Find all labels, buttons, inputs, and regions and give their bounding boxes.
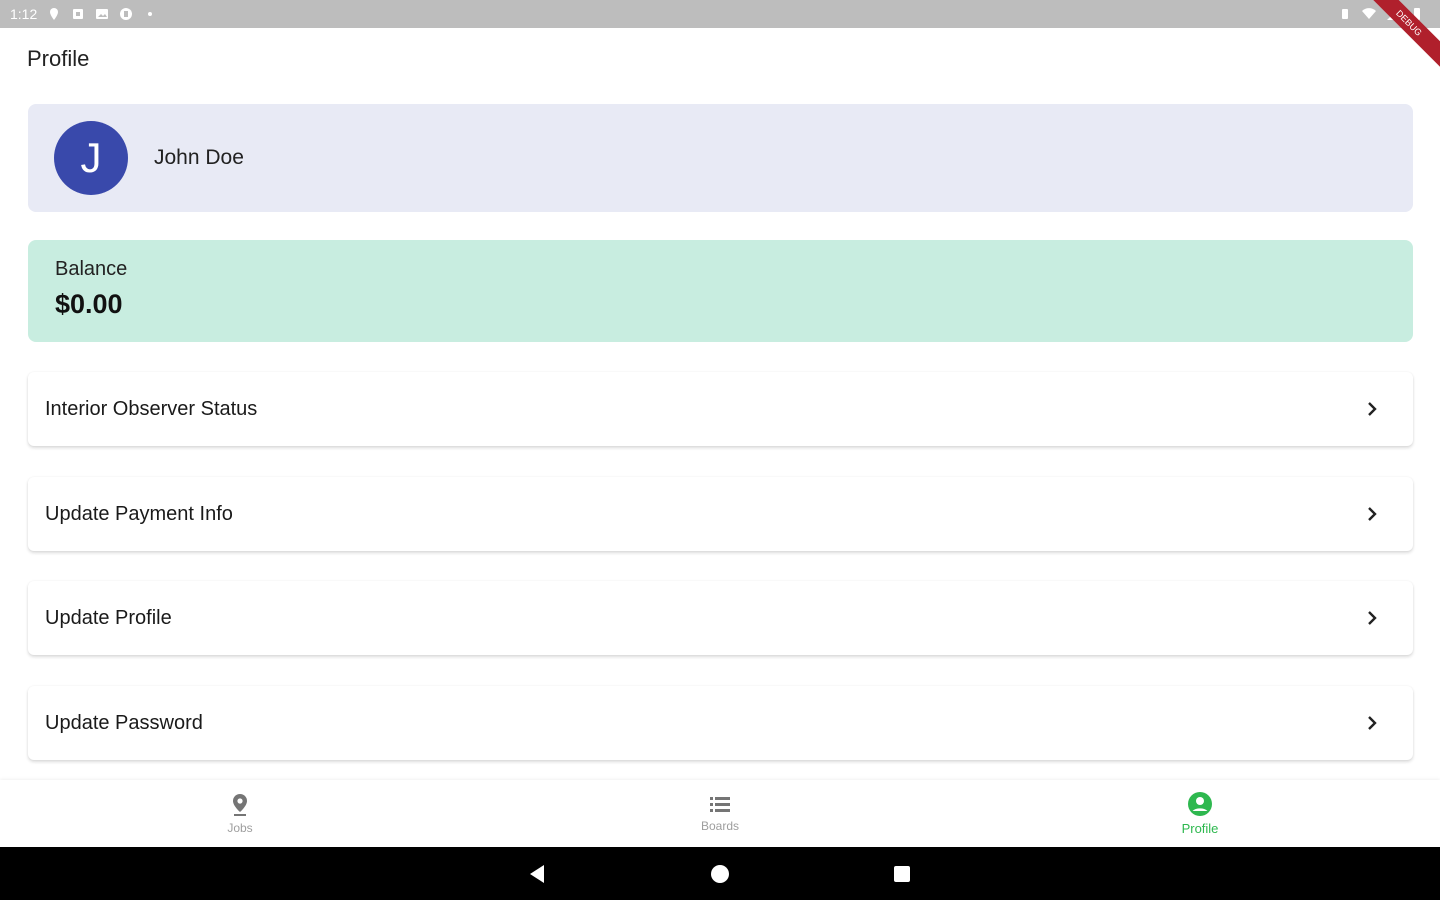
image-icon xyxy=(96,9,109,19)
chevron-right-icon xyxy=(1368,716,1377,730)
nav-label: Profile xyxy=(1181,821,1219,836)
user-card: J John Doe xyxy=(28,104,1413,212)
home-icon[interactable] xyxy=(707,861,733,887)
account-circle-icon xyxy=(1188,792,1212,816)
user-name: John Doe xyxy=(154,146,244,169)
nav-label: Boards xyxy=(700,818,740,833)
chevron-right-icon xyxy=(1368,402,1377,416)
wifi-icon xyxy=(1362,8,1376,19)
dot-icon xyxy=(148,12,153,16)
status-bar: 1:12 xyxy=(0,0,1440,28)
menu-item-update-profile[interactable]: Update Profile xyxy=(28,581,1413,655)
menu-item-label: Update Password xyxy=(45,711,203,734)
avatar: J xyxy=(54,121,128,195)
menu-item-update-password[interactable]: Update Password xyxy=(28,686,1413,760)
app-screen: 1:12 DEBUG Profile J John Doe Balance $0… xyxy=(0,0,1440,900)
nav-label: Jobs xyxy=(227,820,253,835)
chevron-right-icon xyxy=(1368,507,1377,521)
system-nav-bar xyxy=(0,847,1440,900)
app-icon xyxy=(120,8,133,20)
menu-item-update-payment-info[interactable]: Update Payment Info xyxy=(28,477,1413,551)
status-time: 1:12 xyxy=(10,6,38,22)
app-bar: Profile xyxy=(0,28,1440,90)
balance-card: Balance $0.00 xyxy=(28,240,1413,342)
balance-value: $0.00 xyxy=(55,289,123,319)
back-icon[interactable] xyxy=(525,861,551,887)
menu-item-label: Interior Observer Status xyxy=(45,397,258,420)
menu-item-label: Update Profile xyxy=(45,606,172,629)
location-icon xyxy=(50,8,59,20)
nav-item-boards[interactable]: Boards xyxy=(640,780,800,847)
notification-icon xyxy=(73,9,84,19)
menu-item-interior-observer-status[interactable]: Interior Observer Status xyxy=(28,372,1413,446)
chevron-right-icon xyxy=(1368,611,1377,625)
recents-icon[interactable] xyxy=(889,861,915,887)
bottom-nav: Jobs Boards Profile xyxy=(0,780,1440,847)
balance-label: Balance xyxy=(55,258,128,280)
status-bar-left: 1:12 xyxy=(10,6,157,22)
nav-item-profile[interactable]: Profile xyxy=(1120,780,1280,847)
list-icon xyxy=(710,796,730,812)
page-title: Profile xyxy=(27,46,90,71)
nav-item-jobs[interactable]: Jobs xyxy=(160,780,320,847)
vibrate-icon xyxy=(1342,9,1348,19)
menu-item-label: Update Payment Info xyxy=(45,502,233,525)
map-pin-icon xyxy=(233,793,247,816)
